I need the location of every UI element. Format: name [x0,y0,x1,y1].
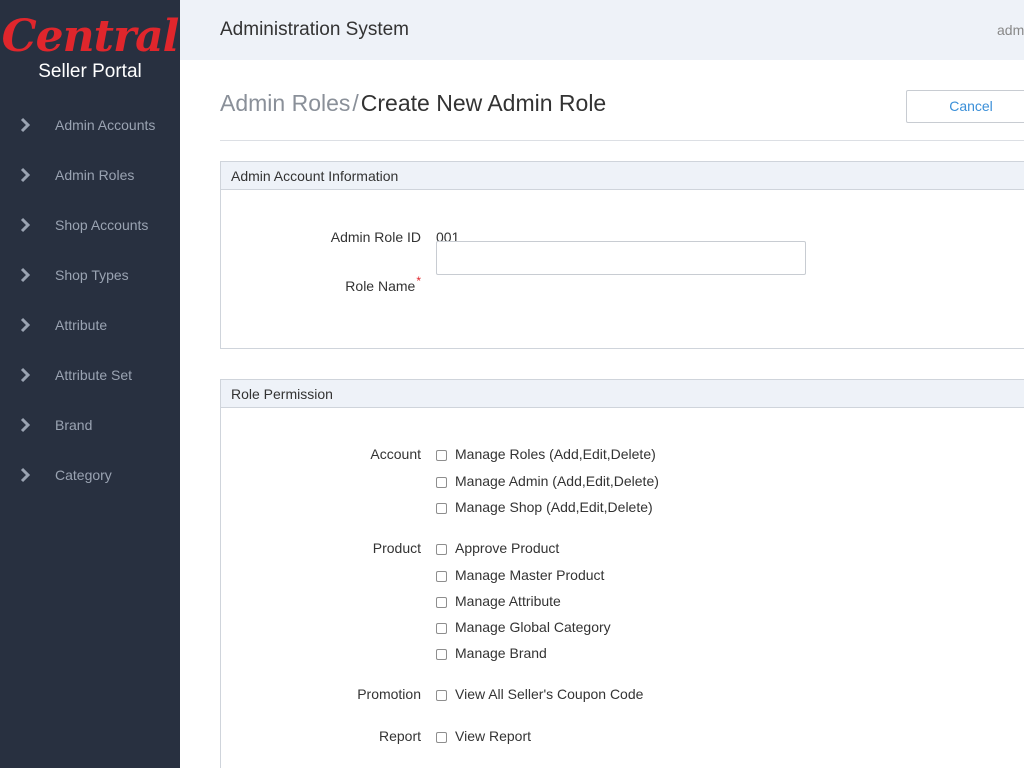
perm-group-product-label: Product [372,540,421,556]
cancel-button[interactable]: Cancel [906,90,1024,123]
perm-option-label: Manage Roles (Add,Edit,Delete) [455,446,656,462]
sidebar: Central Seller Portal Admin Accounts Adm… [0,0,180,768]
perm-option-label: Approve Product [455,540,560,556]
perm-option-label: View Report [455,728,532,744]
perm-option-label: Manage Brand [455,645,547,661]
sidebar-item-label: Attribute Set [55,367,133,383]
chevron-right-icon [20,417,31,433]
main-content: Admin Roles/Create New Admin Role Cancel… [220,60,1024,768]
sidebar-item-admin-roles[interactable]: Admin Roles [0,150,180,200]
divider [220,140,1024,141]
sidebar-item-category[interactable]: Category [0,450,180,500]
sidebar-item-label: Category [55,467,112,483]
checkbox[interactable] [436,649,447,660]
checkbox[interactable] [436,571,447,582]
sidebar-item-label: Admin Accounts [55,117,156,133]
sidebar-item-label: Shop Accounts [55,217,149,233]
checkbox[interactable] [436,597,447,608]
perm-option-label: Manage Global Category [455,619,611,635]
perm-group-promotion-label: Promotion [357,686,421,702]
perm-view-report[interactable]: View Report [436,728,531,744]
top-bar: Administration System adm [180,0,1024,60]
perm-manage-brand[interactable]: Manage Brand [436,645,547,661]
checkbox[interactable] [436,503,447,514]
perm-option-label: Manage Shop (Add,Edit,Delete) [455,499,653,515]
sidebar-item-label: Brand [55,417,93,433]
sidebar-item-admin-accounts[interactable]: Admin Accounts [0,100,180,150]
portal-label: Seller Portal [38,61,142,82]
chevron-right-icon [20,317,31,333]
perm-option-label: Manage Admin (Add,Edit,Delete) [455,473,659,489]
app-title: Administration System [220,19,410,40]
breadcrumb-parent-link[interactable]: Admin Roles [220,90,350,116]
sidebar-item-attribute[interactable]: Attribute [0,300,180,350]
checkbox[interactable] [436,623,447,634]
panel-title: Role Permission [221,380,1024,408]
perm-group-account-label: Account [370,446,421,462]
perm-group-report-label: Report [378,728,421,744]
perm-option-label: Manage Attribute [455,593,561,609]
logo-brand-text: Central [1,11,180,62]
checkbox[interactable] [436,544,447,555]
checkbox[interactable] [436,450,447,461]
chevron-right-icon [20,167,31,183]
perm-approve-product[interactable]: Approve Product [436,540,559,556]
sidebar-item-label: Attribute [55,317,108,333]
breadcrumb-separator: / [352,90,359,116]
checkbox[interactable] [436,690,447,701]
perm-manage-master-product[interactable]: Manage Master Product [436,567,604,583]
role-name-label: Role Name* [221,274,421,294]
required-marker: * [416,274,421,288]
breadcrumb: Admin Roles/Create New Admin Role [220,90,606,117]
sidebar-item-shop-accounts[interactable]: Shop Accounts [0,200,180,250]
chevron-right-icon [20,367,31,383]
checkbox[interactable] [436,477,447,488]
checkbox[interactable] [436,732,447,743]
chevron-right-icon [20,117,31,133]
perm-manage-admin[interactable]: Manage Admin (Add,Edit,Delete) [436,473,659,489]
logo[interactable]: Central Seller Portal [0,0,180,100]
sidebar-item-brand[interactable]: Brand [0,400,180,450]
perm-view-coupon-code[interactable]: View All Seller's Coupon Code [436,686,643,702]
perm-manage-roles[interactable]: Manage Roles (Add,Edit,Delete) [436,446,656,462]
role-name-input[interactable] [436,241,806,275]
perm-option-label: View All Seller's Coupon Code [455,686,644,702]
chevron-right-icon [20,467,31,483]
role-permission-panel: Role Permission Account Manage Roles (Ad… [220,379,1024,768]
perm-manage-global-category[interactable]: Manage Global Category [436,619,611,635]
sidebar-item-shop-types[interactable]: Shop Types [0,250,180,300]
sidebar-item-label: Shop Types [55,267,129,283]
sidebar-nav: Admin Accounts Admin Roles Shop Accounts… [0,100,180,500]
sidebar-item-attribute-set[interactable]: Attribute Set [0,350,180,400]
user-menu[interactable]: adm [997,22,1024,38]
role-id-label: Admin Role ID [330,229,421,245]
role-name-label-text: Role Name [345,278,416,294]
perm-manage-shop[interactable]: Manage Shop (Add,Edit,Delete) [436,499,653,515]
page-title: Create New Admin Role [360,90,607,116]
chevron-right-icon [20,267,31,283]
perm-option-label: Manage Master Product [455,567,605,583]
account-info-panel: Admin Account Information Admin Role ID … [220,161,1024,349]
perm-manage-attribute[interactable]: Manage Attribute [436,593,561,609]
sidebar-item-label: Admin Roles [55,167,135,183]
chevron-right-icon [20,217,31,233]
panel-title: Admin Account Information [221,162,1024,190]
